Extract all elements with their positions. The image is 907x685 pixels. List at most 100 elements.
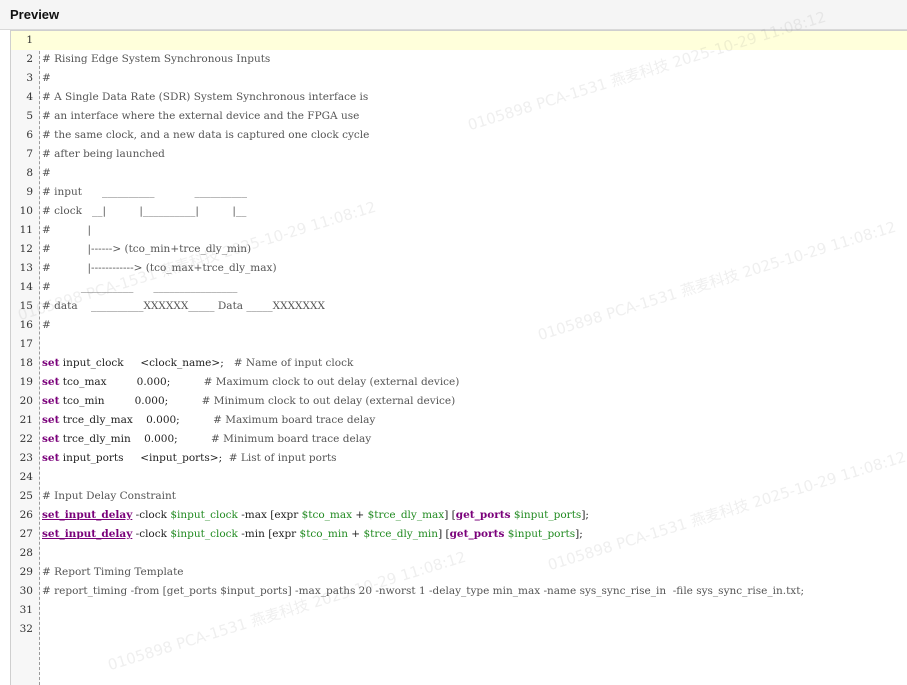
code-line[interactable]: 25 # Input Delay Constraint	[11, 487, 907, 506]
comment-token: # __________ ________________	[42, 281, 238, 293]
variable-token: $input_clock	[170, 509, 238, 521]
code-line[interactable]: 14 # __________ ________________	[11, 278, 907, 297]
line-number: 9	[26, 186, 33, 198]
text-token: -min [expr	[237, 528, 300, 540]
comment-token: # clock __| |__________| |__	[42, 205, 247, 217]
line-number: 14	[19, 281, 33, 293]
code-line[interactable]: 18 set input_clock <clock_name>; # Name o…	[11, 354, 907, 373]
text-token: +	[352, 509, 368, 521]
code-editor[interactable]: 1 2 # Rising Edge System Synchronous Input…	[10, 30, 907, 685]
comment-token: #	[42, 319, 51, 331]
code-line[interactable]: 11 # |	[11, 221, 907, 240]
code-line[interactable]: 9 # input __________ __________	[11, 183, 907, 202]
line-code: #	[42, 69, 51, 88]
comment-token: # report_timing -from [get_ports $input_…	[42, 585, 804, 597]
line-number: 13	[19, 262, 33, 274]
variable-token: $tco_min	[299, 528, 348, 540]
variable-token: $input_ports	[513, 509, 582, 521]
code-line[interactable]: 12 # |------> (tco_min+trce_dly_min)	[11, 240, 907, 259]
line-number: 32	[19, 623, 33, 635]
line-number: 15	[19, 300, 33, 312]
code-line[interactable]: 8 #	[11, 164, 907, 183]
line-code: # input __________ __________	[42, 183, 247, 202]
text-token: trce_dly_min 0.000;	[59, 433, 212, 445]
code-line[interactable]: 15 # data __________XXXXXX_____ Data ____…	[11, 297, 907, 316]
text-token: ] [	[444, 509, 456, 521]
code-lines[interactable]: 1 2 # Rising Edge System Synchronous Input…	[11, 31, 907, 639]
code-line[interactable]: 28	[11, 544, 907, 563]
comment-token: # an interface where the external device…	[42, 110, 360, 122]
line-code: set trce_dly_max 0.000; # Maximum board …	[42, 411, 375, 430]
code-line[interactable]: 2 # Rising Edge System Synchronous Inputs	[11, 50, 907, 69]
code-line[interactable]: 5 # an interface where the external devic…	[11, 107, 907, 126]
line-number: 29	[19, 566, 33, 578]
code-line[interactable]: 10 # clock __| |__________| |__	[11, 202, 907, 221]
code-line[interactable]: 29 # Report Timing Template	[11, 563, 907, 582]
variable-token: $input_ports	[507, 528, 576, 540]
keyword-token: set	[42, 414, 60, 426]
line-code: set_input_delay -clock $input_clock -max…	[42, 506, 589, 525]
line-code: # the same clock, and a new data is capt…	[42, 126, 369, 145]
code-line[interactable]: 27 set_input_delay -clock $input_clock -m…	[11, 525, 907, 544]
code-line[interactable]: 31	[11, 601, 907, 620]
line-number: 7	[26, 148, 33, 160]
line-number: 18	[19, 357, 33, 369]
code-line[interactable]: 19 set tco_max 0.000; # Maximum clock to …	[11, 373, 907, 392]
text-token: -clock	[132, 528, 171, 540]
text-token: ];	[575, 528, 583, 540]
line-number: 8	[26, 167, 33, 179]
line-code: # after being launched	[42, 145, 165, 164]
line-code: set tco_min 0.000; # Minimum clock to ou…	[42, 392, 455, 411]
keyword-token: get_ports	[449, 528, 505, 540]
code-line[interactable]: 4 # A Single Data Rate (SDR) System Synch…	[11, 88, 907, 107]
line-number: 26	[19, 509, 33, 521]
line-number: 5	[26, 110, 33, 122]
comment-token: # |------------> (tco_max+trce_dly_max)	[42, 262, 277, 274]
keyword-token: set_input_delay	[42, 509, 133, 521]
line-number: 28	[19, 547, 33, 559]
code-line[interactable]: 32	[11, 620, 907, 639]
code-line[interactable]: 3 #	[11, 69, 907, 88]
variable-token: $trce_dly_max	[367, 509, 445, 521]
code-line[interactable]: 16 #	[11, 316, 907, 335]
line-number: 20	[19, 395, 33, 407]
code-line[interactable]: 30 # report_timing -from [get_ports $inpu…	[11, 582, 907, 601]
comment-token: # Input Delay Constraint	[42, 490, 176, 502]
code-line[interactable]: 13 # |------------> (tco_max+trce_dly_max…	[11, 259, 907, 278]
line-number: 2	[26, 53, 33, 65]
line-code: set trce_dly_min 0.000; # Minimum board …	[42, 430, 371, 449]
text-token: -max [expr	[237, 509, 302, 521]
line-code: # A Single Data Rate (SDR) System Synchr…	[42, 88, 368, 107]
line-number: 25	[19, 490, 33, 502]
code-line[interactable]: 26 set_input_delay -clock $input_clock -m…	[11, 506, 907, 525]
code-line[interactable]: 1	[11, 31, 907, 50]
code-line[interactable]: 20 set tco_min 0.000; # Minimum clock to …	[11, 392, 907, 411]
line-number: 1	[26, 34, 33, 46]
code-line[interactable]: 17	[11, 335, 907, 354]
code-line[interactable]: 22 set trce_dly_min 0.000; # Minimum boar…	[11, 430, 907, 449]
line-code: set_input_delay -clock $input_clock -min…	[42, 525, 583, 544]
code-line[interactable]: 24	[11, 468, 907, 487]
line-code: # Rising Edge System Synchronous Inputs	[42, 50, 270, 69]
code-line[interactable]: 6 # the same clock, and a new data is cap…	[11, 126, 907, 145]
line-code: #	[42, 316, 51, 335]
code-line[interactable]: 21 set trce_dly_max 0.000; # Maximum boar…	[11, 411, 907, 430]
line-code: # |	[42, 221, 91, 240]
comment-token: # Minimum board trace delay	[211, 433, 372, 445]
panel-header: Preview	[0, 0, 907, 30]
code-line[interactable]: 23 set input_ports <input_ports>; # List …	[11, 449, 907, 468]
keyword-token: set	[42, 395, 60, 407]
line-code: # |------> (tco_min+trce_dly_min)	[42, 240, 251, 259]
line-code: # clock __| |__________| |__	[42, 202, 246, 221]
text-token: -clock	[132, 509, 171, 521]
comment-token: # Minimum clock to out delay (external d…	[201, 395, 456, 407]
comment-token: #	[42, 72, 51, 84]
text-token: tco_min 0.000;	[59, 395, 202, 407]
comment-token: # the same clock, and a new data is capt…	[42, 129, 370, 141]
line-number: 10	[19, 205, 33, 217]
keyword-token: set_input_delay	[42, 528, 133, 540]
code-line[interactable]: 7 # after being launched	[11, 145, 907, 164]
text-token: trce_dly_max 0.000;	[59, 414, 214, 426]
variable-token: $input_clock	[170, 528, 238, 540]
variable-token: $tco_max	[301, 509, 353, 521]
